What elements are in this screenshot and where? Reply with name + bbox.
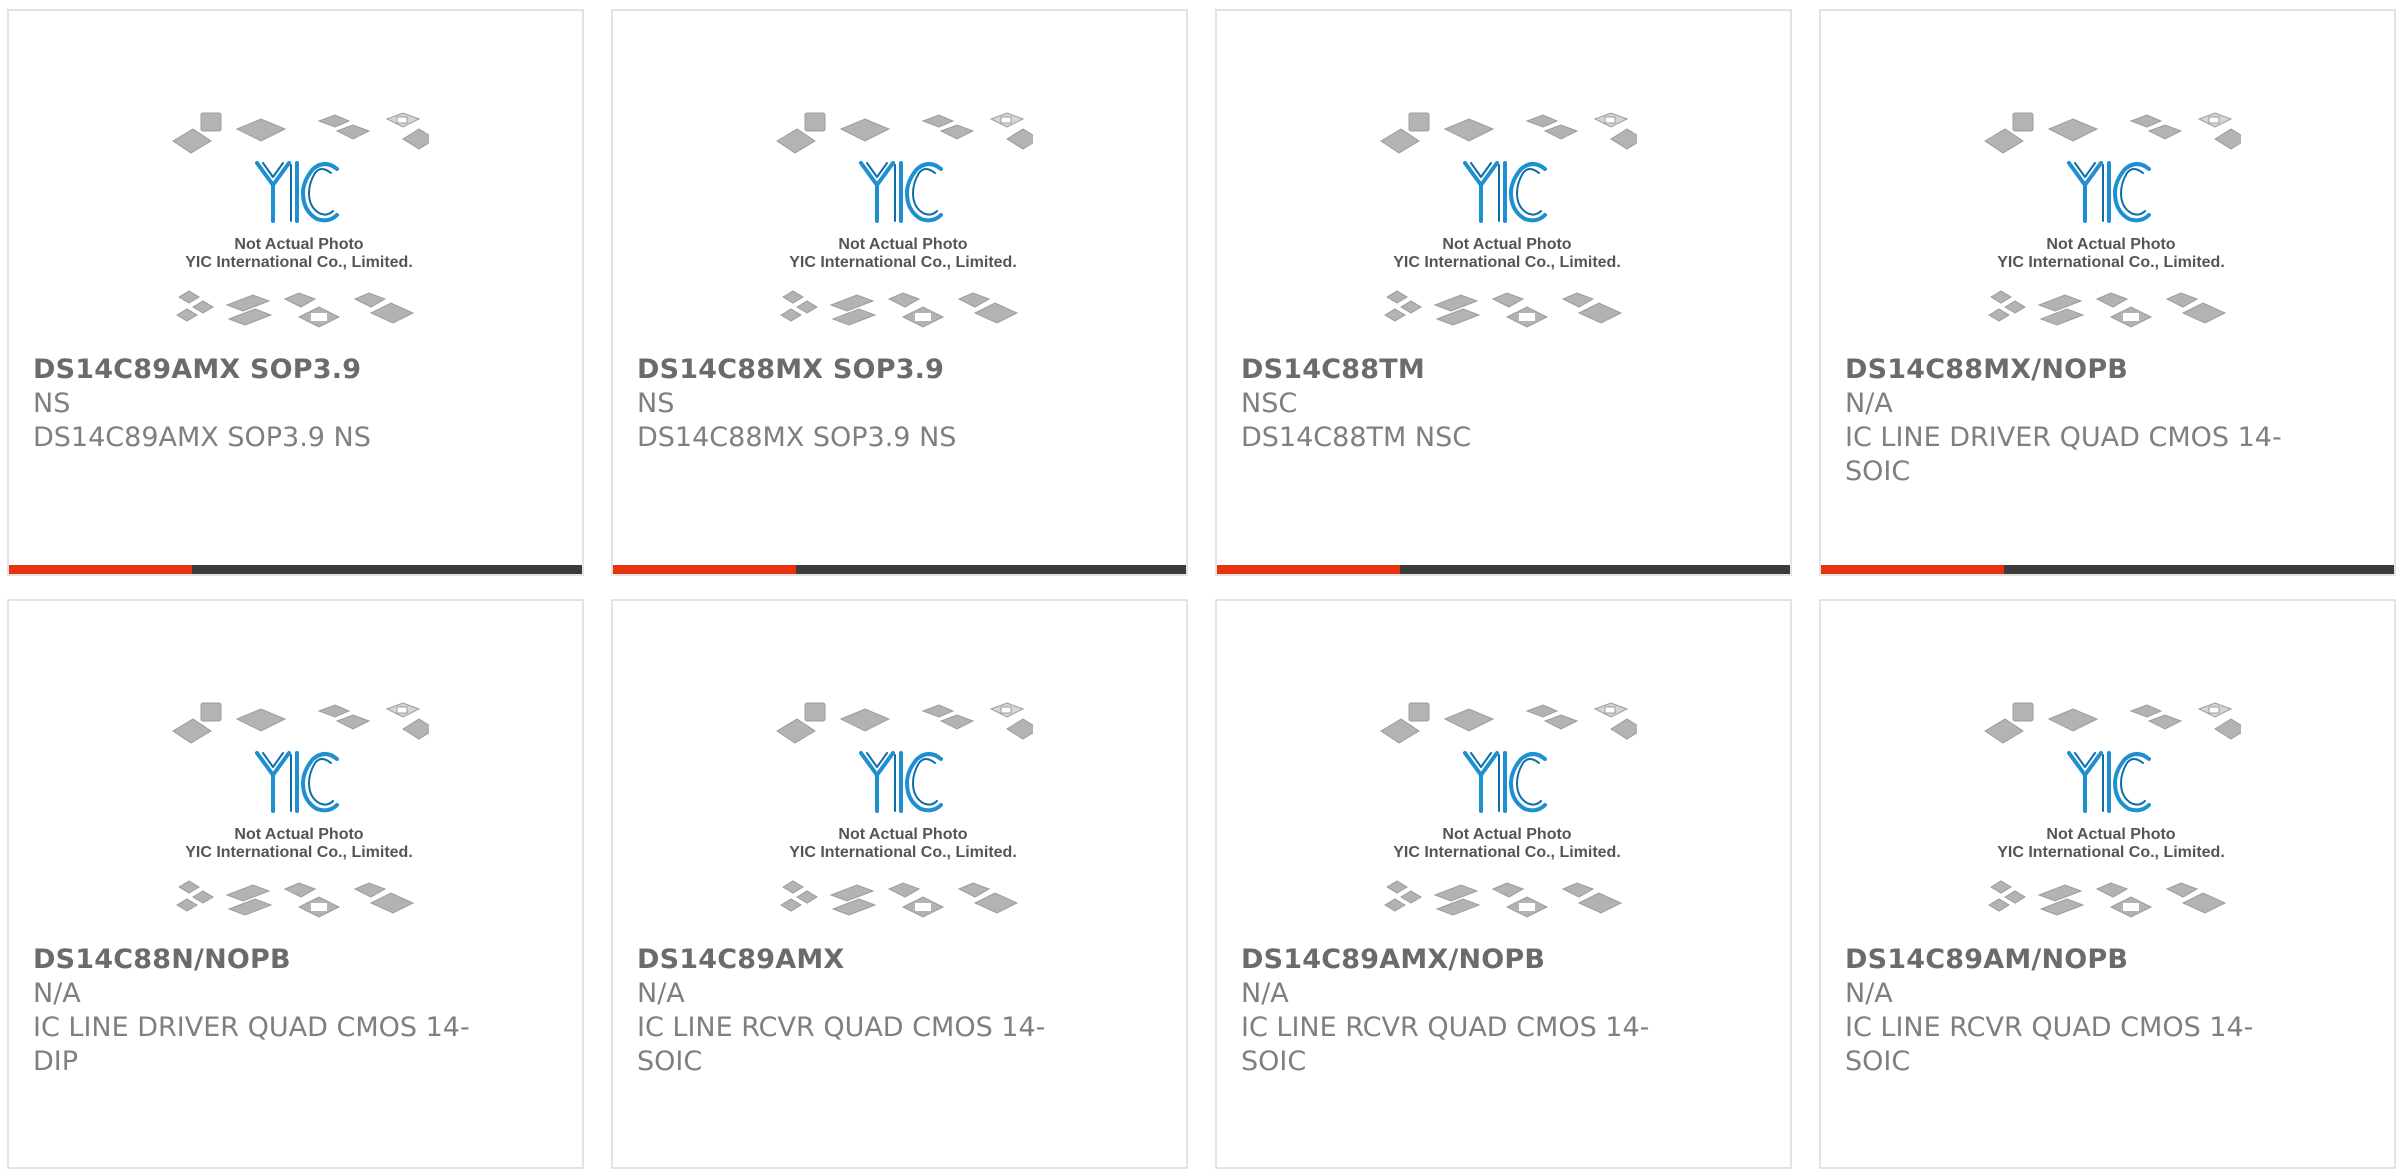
placeholder-caption-line1: Not Actual Photo — [838, 236, 967, 253]
product-card[interactable]: Not Actual Photo YIC International Co., … — [1819, 9, 2396, 576]
product-card[interactable]: Not Actual Photo YIC International Co., … — [7, 9, 584, 576]
placeholder-caption-line1: Not Actual Photo — [2046, 826, 2175, 843]
manufacturer: NS — [637, 388, 675, 419]
placeholder-image: Not Actual Photo YIC International Co., … — [776, 702, 1033, 918]
product-info: DS14C89AMX N/A IC LINE RCVR QUAD CMOS 14… — [637, 943, 1137, 1079]
card-bottom-bar — [1217, 565, 1790, 574]
placeholder-image: Not Actual Photo YIC International Co., … — [1984, 702, 2241, 918]
description: IC LINE RCVR QUAD CMOS 14-SOIC — [637, 1012, 1046, 1077]
card-accent — [9, 565, 192, 574]
product-card[interactable]: Not Actual Photo YIC International Co., … — [1819, 599, 2396, 1169]
part-number[interactable]: DS14C89AMX — [637, 943, 1137, 977]
placeholder-caption-line2: YIC International Co., Limited. — [789, 844, 1017, 861]
manufacturer: N/A — [1845, 388, 1893, 419]
placeholder-caption-line1: Not Actual Photo — [234, 826, 363, 843]
placeholder-image: Not Actual Photo YIC International Co., … — [1380, 702, 1637, 918]
placeholder-image: Not Actual Photo YIC International Co., … — [172, 702, 429, 918]
card-bottom-bar — [1821, 565, 2394, 574]
placeholder-caption-line1: Not Actual Photo — [1442, 826, 1571, 843]
placeholder-caption-line1: Not Actual Photo — [234, 236, 363, 253]
manufacturer: NSC — [1241, 388, 1298, 419]
manufacturer: NS — [33, 388, 71, 419]
part-number[interactable]: DS14C89AMX SOP3.9 — [33, 353, 533, 387]
card-accent — [613, 565, 796, 574]
part-number[interactable]: DS14C89AM/NOPB — [1845, 943, 2345, 977]
product-info: DS14C88TM NSC DS14C88TM NSC — [1241, 353, 1741, 455]
product-card[interactable]: Not Actual Photo YIC International Co., … — [611, 599, 1188, 1169]
product-card[interactable]: Not Actual Photo YIC International Co., … — [1215, 599, 1792, 1169]
placeholder-caption-line2: YIC International Co., Limited. — [789, 254, 1017, 271]
product-card[interactable]: Not Actual Photo YIC International Co., … — [611, 9, 1188, 576]
description: DS14C88MX SOP3.9 NS — [637, 422, 957, 453]
manufacturer: N/A — [637, 978, 685, 1009]
product-info: DS14C89AMX/NOPB N/A IC LINE RCVR QUAD CM… — [1241, 943, 1741, 1079]
placeholder-caption-line2: YIC International Co., Limited. — [1997, 254, 2225, 271]
card-bottom-bar — [9, 565, 582, 574]
part-number[interactable]: DS14C88MX/NOPB — [1845, 353, 2345, 387]
product-info: DS14C89AM/NOPB N/A IC LINE RCVR QUAD CMO… — [1845, 943, 2345, 1079]
part-number[interactable]: DS14C88MX SOP3.9 — [637, 353, 1137, 387]
product-info: DS14C88MX SOP3.9 NS DS14C88MX SOP3.9 NS — [637, 353, 1137, 455]
placeholder-caption-line2: YIC International Co., Limited. — [1997, 844, 2225, 861]
placeholder-image: Not Actual Photo YIC International Co., … — [776, 112, 1033, 328]
description: IC LINE RCVR QUAD CMOS 14-SOIC — [1845, 1012, 2254, 1077]
placeholder-caption-line1: Not Actual Photo — [1442, 236, 1571, 253]
manufacturer: N/A — [1845, 978, 1893, 1009]
card-bottom-bar — [613, 565, 1186, 574]
product-info: DS14C89AMX SOP3.9 NS DS14C89AMX SOP3.9 N… — [33, 353, 533, 455]
placeholder-image: Not Actual Photo YIC International Co., … — [172, 112, 429, 328]
placeholder-caption-line2: YIC International Co., Limited. — [1393, 844, 1621, 861]
description: DS14C89AMX SOP3.9 NS — [33, 422, 371, 453]
product-card[interactable]: Not Actual Photo YIC International Co., … — [7, 599, 584, 1169]
part-number[interactable]: DS14C88N/NOPB — [33, 943, 533, 977]
description: IC LINE DRIVER QUAD CMOS 14-SOIC — [1845, 422, 2282, 487]
placeholder-caption-line2: YIC International Co., Limited. — [185, 254, 413, 271]
description: IC LINE DRIVER QUAD CMOS 14-DIP — [33, 1012, 470, 1077]
placeholder-caption-line1: Not Actual Photo — [2046, 236, 2175, 253]
placeholder-caption-line1: Not Actual Photo — [838, 826, 967, 843]
placeholder-image: Not Actual Photo YIC International Co., … — [1984, 112, 2241, 328]
product-info: DS14C88N/NOPB N/A IC LINE DRIVER QUAD CM… — [33, 943, 533, 1079]
card-accent — [1217, 565, 1400, 574]
card-accent — [1821, 565, 2004, 574]
placeholder-image: Not Actual Photo YIC International Co., … — [1380, 112, 1637, 328]
placeholder-caption-line2: YIC International Co., Limited. — [1393, 254, 1621, 271]
part-number[interactable]: DS14C88TM — [1241, 353, 1741, 387]
part-number[interactable]: DS14C89AMX/NOPB — [1241, 943, 1741, 977]
description: IC LINE RCVR QUAD CMOS 14-SOIC — [1241, 1012, 1650, 1077]
manufacturer: N/A — [1241, 978, 1289, 1009]
manufacturer: N/A — [33, 978, 81, 1009]
product-info: DS14C88MX/NOPB N/A IC LINE DRIVER QUAD C… — [1845, 353, 2345, 489]
description: DS14C88TM NSC — [1241, 422, 1472, 453]
product-card[interactable]: Not Actual Photo YIC International Co., … — [1215, 9, 1792, 576]
placeholder-caption-line2: YIC International Co., Limited. — [185, 844, 413, 861]
